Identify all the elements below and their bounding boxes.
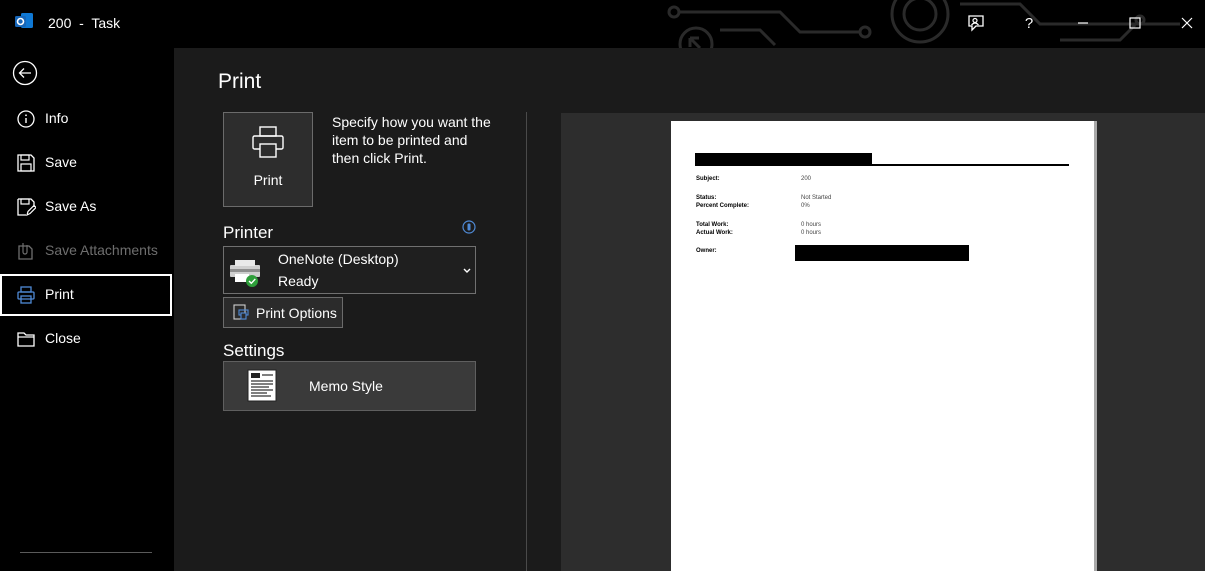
printer-icon	[252, 126, 284, 158]
printer-dropdown[interactable]: OneNote (Desktop) Ready	[223, 246, 476, 294]
print-options-button[interactable]: Print Options	[223, 297, 343, 328]
print-icon	[17, 286, 35, 304]
title-bar: 200 - Task ?	[0, 0, 1205, 48]
settings-heading: Settings	[223, 341, 285, 360]
printer-heading: Printer	[223, 223, 274, 242]
field-label: Total Work:	[696, 222, 729, 228]
print-style-label: Memo Style	[309, 378, 383, 394]
nav-item-save-attachments: Save Attachments	[0, 230, 172, 272]
field-value: 200	[801, 176, 812, 182]
window-title: 200 - Task	[48, 15, 121, 31]
minimize-icon[interactable]	[1070, 10, 1096, 36]
feedback-icon[interactable]	[963, 10, 989, 36]
nav-item-label: Info	[45, 110, 69, 126]
field-label: Actual Work:	[696, 230, 733, 236]
chevron-down-icon	[463, 268, 471, 273]
nav-item-print[interactable]: Print	[0, 274, 172, 316]
printer-device-icon	[230, 260, 260, 287]
save-icon	[17, 154, 35, 172]
printer-name: OneNote (Desktop)	[278, 251, 399, 267]
title-rule	[695, 164, 1069, 166]
redacted-owner	[795, 245, 969, 261]
print-panel: Print Print Specify how you want the ite…	[174, 48, 1205, 571]
nav-item-save-as[interactable]: Save As	[0, 186, 172, 228]
back-arrow-icon[interactable]	[12, 60, 38, 86]
print-preview: Subject: 200 Status: Not Started Percent…	[561, 113, 1205, 571]
print-style-selector[interactable]: Memo Style	[223, 361, 476, 411]
info-icon[interactable]	[462, 220, 476, 234]
close-icon[interactable]	[1174, 10, 1200, 36]
panel-divider	[526, 112, 527, 571]
info-icon	[17, 110, 35, 128]
nav-item-save[interactable]: Save	[0, 142, 172, 184]
nav-item-label: Save	[45, 154, 77, 170]
nav-item-label: Close	[45, 330, 81, 346]
nav-item-info[interactable]: Info	[0, 98, 172, 140]
nav-item-close[interactable]: Close	[0, 318, 172, 360]
maximize-icon[interactable]	[1122, 10, 1148, 36]
field-value: 0 hours	[801, 222, 822, 228]
print-options-label: Print Options	[256, 305, 337, 321]
save-attachments-icon	[18, 243, 33, 260]
save-as-icon	[17, 198, 36, 217]
field-label: Status:	[696, 195, 717, 201]
memo-style-icon	[247, 369, 277, 402]
field-label: Subject:	[696, 176, 720, 182]
print-button-label: Print	[253, 172, 283, 188]
nav-item-label: Save Attachments	[45, 242, 158, 258]
field-label: Owner:	[696, 248, 717, 254]
nav-item-label: Save As	[45, 198, 97, 214]
help-icon[interactable]: ?	[1016, 10, 1042, 36]
sidebar-divider	[20, 552, 152, 553]
folder-close-icon	[17, 332, 35, 347]
status-ready-icon	[246, 275, 258, 287]
preview-page: Subject: 200 Status: Not Started Percent…	[671, 121, 1097, 571]
field-value: 0 hours	[801, 230, 822, 236]
outlook-icon	[15, 13, 33, 28]
nav-item-label: Print	[45, 286, 74, 302]
print-button[interactable]: Print	[223, 112, 313, 207]
page-title: Print	[218, 70, 262, 93]
field-value: 0%	[801, 203, 810, 209]
print-options-icon	[233, 304, 249, 320]
print-description: Specify how you want the item to be prin…	[332, 114, 491, 166]
field-label: Percent Complete:	[696, 203, 750, 209]
printer-status: Ready	[278, 273, 319, 289]
field-value: Not Started	[801, 195, 832, 201]
backstage-sidebar: Info Save Save As Save Attachments Print…	[0, 48, 174, 571]
